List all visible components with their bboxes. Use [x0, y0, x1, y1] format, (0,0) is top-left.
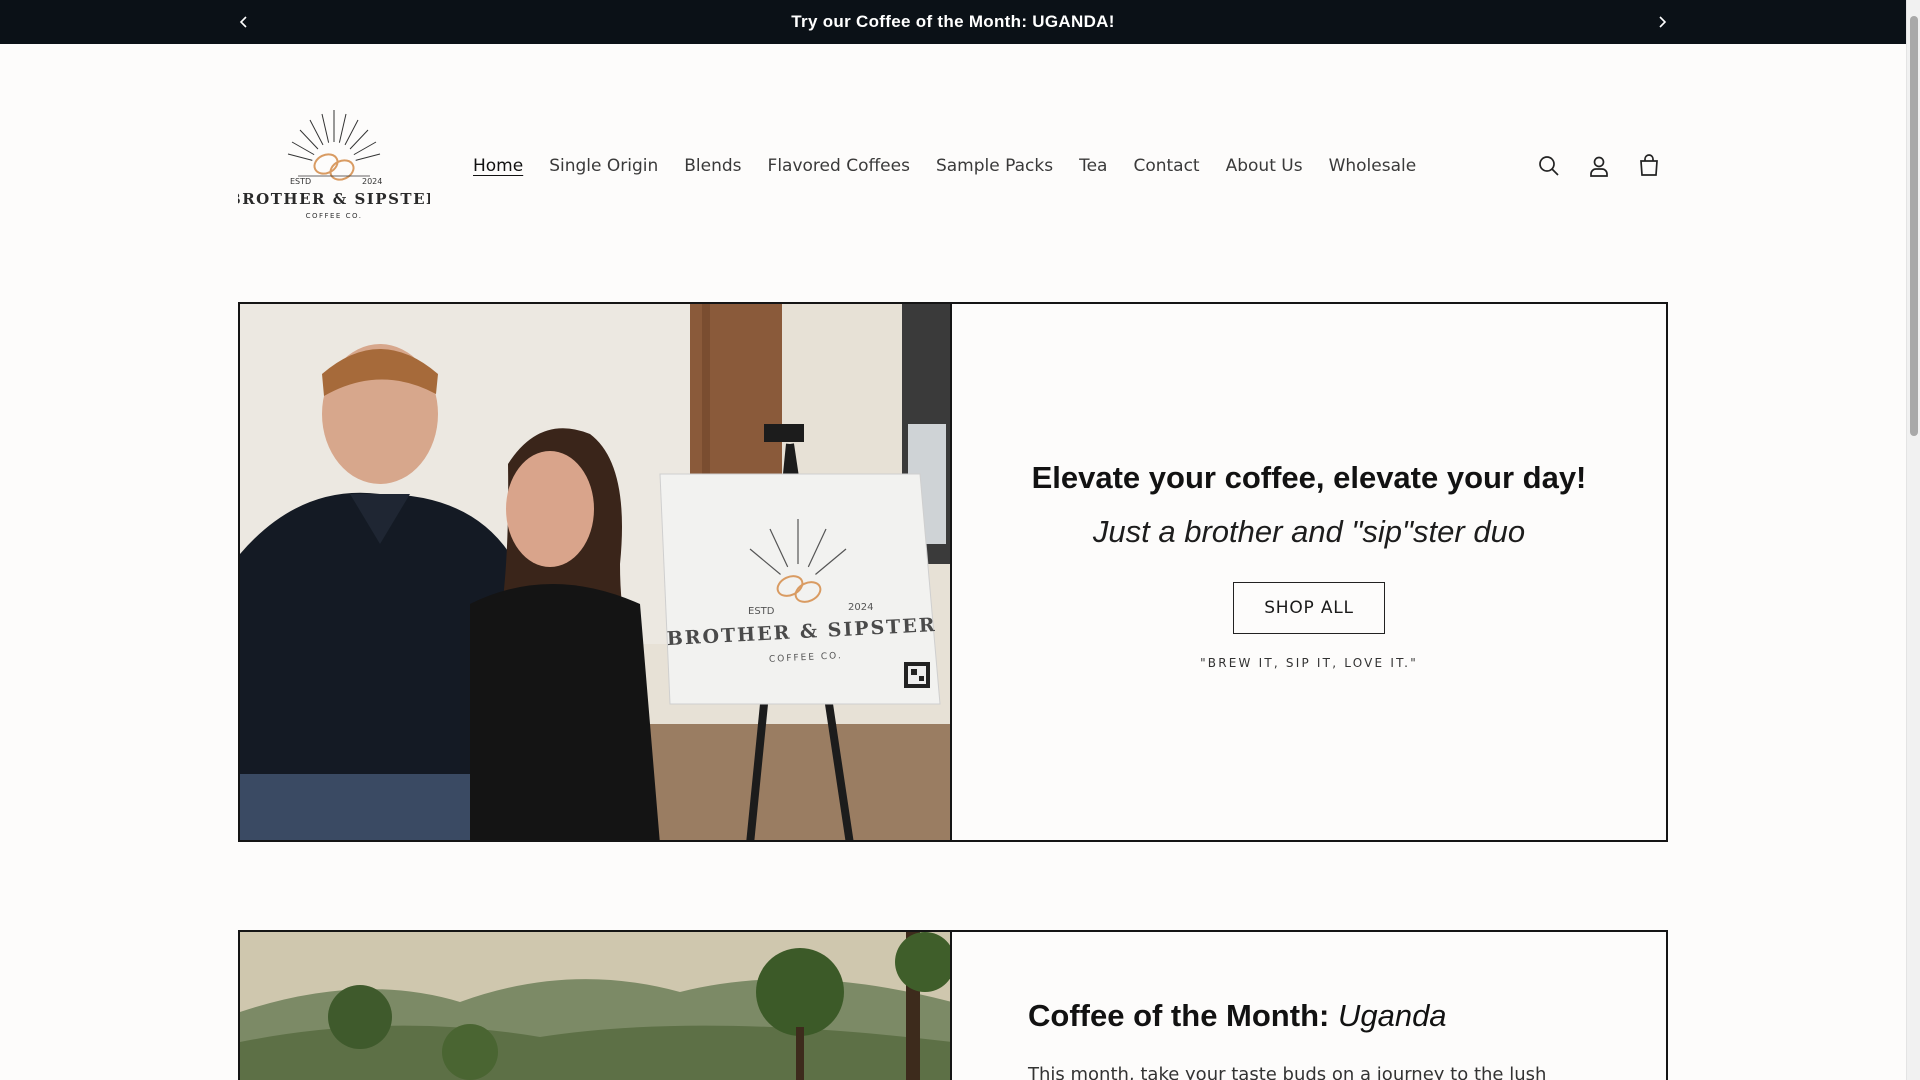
nav-wholesale[interactable]: Wholesale [1316, 156, 1430, 176]
hero-subheading: Just a brother and "sip"ster duo [1092, 514, 1526, 549]
search-button[interactable] [1533, 150, 1565, 182]
announcement-bar: Try our Coffee of the Month: UGANDA! [0, 0, 1906, 44]
cart-icon [1640, 154, 1658, 176]
coffee-of-month-body: This month, take your taste buds on a jo… [1028, 1064, 1547, 1080]
logo-year: 2024 [362, 177, 382, 186]
coffee-of-month-section: Coffee of the Month: Uganda This month, … [238, 930, 1668, 1080]
sign-estd: ESTD [748, 606, 775, 617]
coffee-of-month-heading-text: Coffee of the Month: [1028, 998, 1330, 1033]
shop-all-button[interactable]: SHOP ALL [1233, 582, 1385, 634]
nav-home[interactable]: Home [460, 156, 536, 176]
announcement-text[interactable]: Try our Coffee of the Month: UGANDA! [791, 12, 1114, 32]
page-scrollbar[interactable] [1906, 0, 1920, 1080]
coffee-of-month-origin: Uganda [1337, 998, 1447, 1033]
uganda-landscape-photo [240, 932, 952, 1080]
nav-about-us[interactable]: About Us [1213, 156, 1316, 176]
search-icon [1539, 156, 1559, 176]
account-icon [1590, 156, 1608, 177]
account-button[interactable] [1583, 150, 1615, 182]
nav-single-origin[interactable]: Single Origin [536, 156, 671, 176]
nav-blends[interactable]: Blends [671, 156, 754, 176]
hero-section: ESTD 2024 BROTHER & SIPSTER COFFEE CO. E… [238, 302, 1668, 842]
scrollbar-thumb[interactable] [1910, 16, 1918, 436]
announcement-prev-button[interactable] [232, 10, 256, 34]
coffee-of-month-heading: Coffee of the Month: Uganda [1028, 998, 1666, 1034]
chevron-left-icon [239, 16, 247, 28]
announcement-next-button[interactable] [1650, 10, 1674, 34]
logo-subtitle: COFFEE CO. [306, 212, 363, 220]
hero-content: Elevate your coffee, elevate your day! J… [952, 304, 1666, 840]
hero-photo: ESTD 2024 BROTHER & SIPSTER COFFEE CO. [240, 304, 952, 840]
tree [328, 985, 392, 1049]
cart-button[interactable] [1633, 150, 1665, 182]
nav-sample-packs[interactable]: Sample Packs [923, 156, 1066, 176]
hero-heading: Elevate your coffee, elevate your day! [1031, 460, 1587, 495]
coffee-of-month-content: Coffee of the Month: Uganda This month, … [952, 932, 1666, 1080]
header-actions [1533, 150, 1665, 182]
logo-estd: ESTD [290, 177, 311, 186]
logo-name: BROTHER & SIPSTER [238, 190, 430, 208]
sign-year: 2024 [848, 602, 873, 613]
chevron-right-icon [1659, 16, 1667, 28]
nav-tea[interactable]: Tea [1066, 156, 1120, 176]
main-nav: Home Single Origin Blends Flavored Coffe… [460, 152, 1429, 180]
hero-tagline: "BREW IT, SIP IT, LOVE IT." [1200, 656, 1418, 670]
nav-flavored-coffees[interactable]: Flavored Coffees [755, 156, 923, 176]
nav-contact[interactable]: Contact [1120, 156, 1212, 176]
brand-logo[interactable]: ESTD 2024 BROTHER & SIPSTER COFFEE CO. [238, 108, 430, 224]
